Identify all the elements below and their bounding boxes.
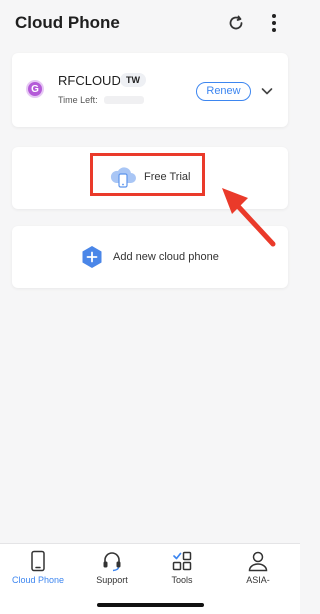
tab-support[interactable]: Support	[82, 550, 142, 590]
tools-grid-icon	[172, 551, 192, 571]
annotation-arrow-icon	[222, 188, 276, 247]
user-icon	[248, 551, 268, 572]
renew-button[interactable]: Renew	[196, 82, 251, 101]
app-header: Cloud Phone	[0, 0, 300, 46]
tab-label: Support	[96, 575, 128, 585]
phone-icon	[31, 550, 45, 572]
cloud-phone-icon	[110, 167, 136, 188]
tab-tools[interactable]: Tools	[152, 550, 212, 590]
headset-icon	[103, 552, 121, 572]
tab-cloud-phone[interactable]: Cloud Phone	[8, 550, 68, 590]
cloud-phone-card[interactable]: G RFCLOUD TW Time Left: Renew	[12, 53, 288, 127]
home-indicator	[97, 603, 204, 607]
time-left-label: Time Left:	[58, 95, 98, 105]
time-left-value-redacted	[104, 96, 144, 104]
avatar: G	[26, 80, 44, 98]
tab-label: Cloud Phone	[11, 575, 65, 585]
tab-account[interactable]: ASIA-	[228, 550, 288, 590]
add-cloud-phone-label: Add new cloud phone	[113, 251, 219, 263]
free-trial-label: Free Trial	[144, 171, 191, 183]
plus-hexagon-icon	[82, 246, 102, 268]
page-title: Cloud Phone	[15, 13, 120, 32]
phone-name: RFCLOUD	[58, 73, 121, 88]
tab-label: Tools	[171, 575, 193, 585]
chevron-down-icon[interactable]	[261, 86, 273, 96]
tab-label: ASIA-	[246, 575, 270, 585]
region-badge: TW	[120, 73, 146, 87]
refresh-icon[interactable]	[226, 13, 246, 33]
more-vertical-icon[interactable]	[264, 12, 284, 34]
